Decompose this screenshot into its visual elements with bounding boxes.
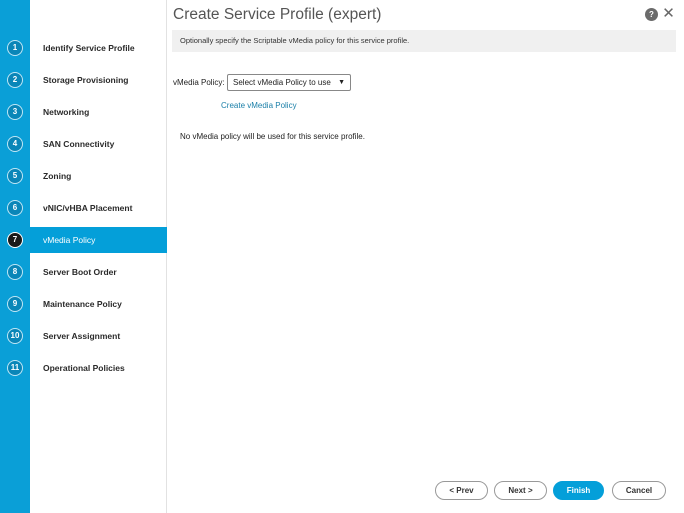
step-vmedia-policy[interactable]: 7 vMedia Policy (0, 227, 167, 253)
cancel-button[interactable]: Cancel (612, 481, 666, 500)
description-bar: Optionally specify the Scriptable vMedia… (172, 30, 676, 52)
step-number: 8 (7, 264, 23, 280)
step-number: 1 (7, 40, 23, 56)
no-policy-notice: No vMedia policy will be used for this s… (180, 132, 365, 141)
dialog-title: Create Service Profile (expert) (173, 6, 382, 23)
step-number: 7 (7, 232, 23, 248)
step-san-connectivity[interactable]: 4 SAN Connectivity (0, 131, 167, 157)
vmedia-policy-select[interactable]: Select vMedia Policy to use ▼ (227, 74, 351, 91)
step-label: Zoning (43, 171, 72, 181)
step-number: 5 (7, 168, 23, 184)
step-server-assignment[interactable]: 10 Server Assignment (0, 323, 167, 349)
step-number: 6 (7, 200, 23, 216)
step-list: 1 Identify Service Profile 2 Storage Pro… (0, 0, 167, 513)
step-number: 11 (7, 360, 23, 376)
vmedia-policy-label: vMedia Policy: (173, 78, 225, 87)
prev-button[interactable]: < Prev (435, 481, 488, 500)
step-label: Server Boot Order (43, 267, 117, 277)
step-storage-provisioning[interactable]: 2 Storage Provisioning (0, 67, 167, 93)
step-label: SAN Connectivity (43, 139, 115, 149)
step-number: 10 (7, 328, 23, 344)
step-server-boot-order[interactable]: 8 Server Boot Order (0, 259, 167, 285)
next-button[interactable]: Next > (494, 481, 547, 500)
step-networking[interactable]: 3 Networking (0, 99, 167, 125)
create-vmedia-policy-link[interactable]: Create vMedia Policy (221, 101, 297, 110)
step-maintenance-policy[interactable]: 9 Maintenance Policy (0, 291, 167, 317)
step-number: 4 (7, 136, 23, 152)
step-label: Networking (43, 107, 90, 117)
step-identify-service-profile[interactable]: 1 Identify Service Profile (0, 35, 167, 61)
close-icon[interactable]: ✕ (662, 6, 675, 21)
step-vnic-vhba-placement[interactable]: 6 vNIC/vHBA Placement (0, 195, 167, 221)
step-zoning[interactable]: 5 Zoning (0, 163, 167, 189)
step-number: 9 (7, 296, 23, 312)
step-operational-policies[interactable]: 11 Operational Policies (0, 355, 167, 381)
step-label: Identify Service Profile (43, 43, 135, 53)
step-label: Maintenance Policy (43, 299, 122, 309)
main-panel: Create Service Profile (expert) ? ✕ Opti… (167, 0, 684, 513)
help-icon[interactable]: ? (645, 8, 658, 21)
step-number: 2 (7, 72, 23, 88)
caret-down-icon: ▼ (338, 79, 345, 86)
finish-button[interactable]: Finish (553, 481, 604, 500)
step-label: vNIC/vHBA Placement (43, 203, 133, 213)
select-value: Select vMedia Policy to use (233, 78, 331, 87)
step-label: Operational Policies (43, 363, 125, 373)
step-label: Storage Provisioning (43, 75, 129, 85)
step-label: Server Assignment (43, 331, 121, 341)
step-label: vMedia Policy (43, 235, 96, 245)
step-number: 3 (7, 104, 23, 120)
